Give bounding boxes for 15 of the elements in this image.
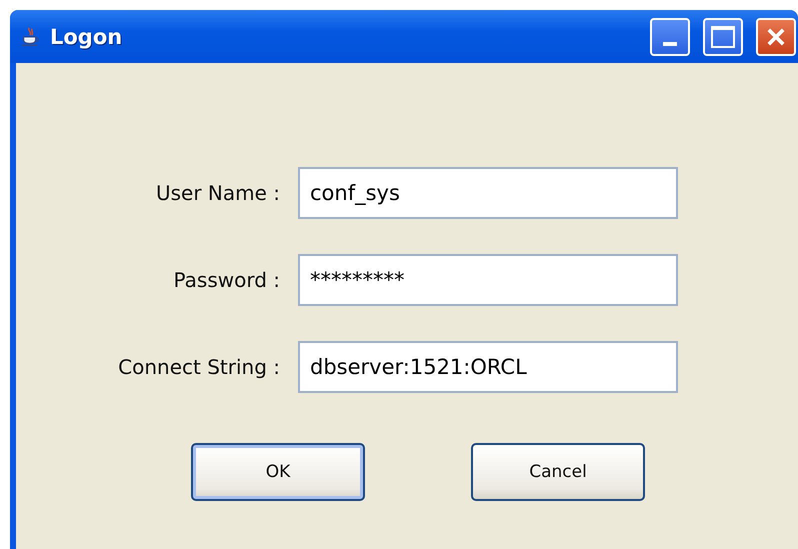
input-field[interactable]: ********* bbox=[298, 254, 678, 306]
field-label: Connect String : bbox=[117, 355, 280, 379]
maximize-button[interactable] bbox=[703, 18, 743, 56]
input-field[interactable]: conf_sys bbox=[298, 167, 678, 219]
minimize-icon bbox=[663, 42, 677, 46]
close-button[interactable] bbox=[756, 18, 796, 56]
cancel-button[interactable]: Cancel bbox=[471, 443, 645, 501]
ok-button[interactable]: OK bbox=[191, 443, 365, 501]
field-label: User Name : bbox=[154, 181, 280, 205]
minimize-button[interactable] bbox=[650, 18, 690, 56]
field-label: Password : bbox=[172, 268, 280, 292]
coffee-cup-icon bbox=[20, 26, 42, 48]
input-field[interactable]: dbserver:1521:ORCL bbox=[298, 341, 678, 393]
maximize-icon bbox=[711, 26, 735, 48]
window-title: Logon bbox=[50, 24, 122, 48]
